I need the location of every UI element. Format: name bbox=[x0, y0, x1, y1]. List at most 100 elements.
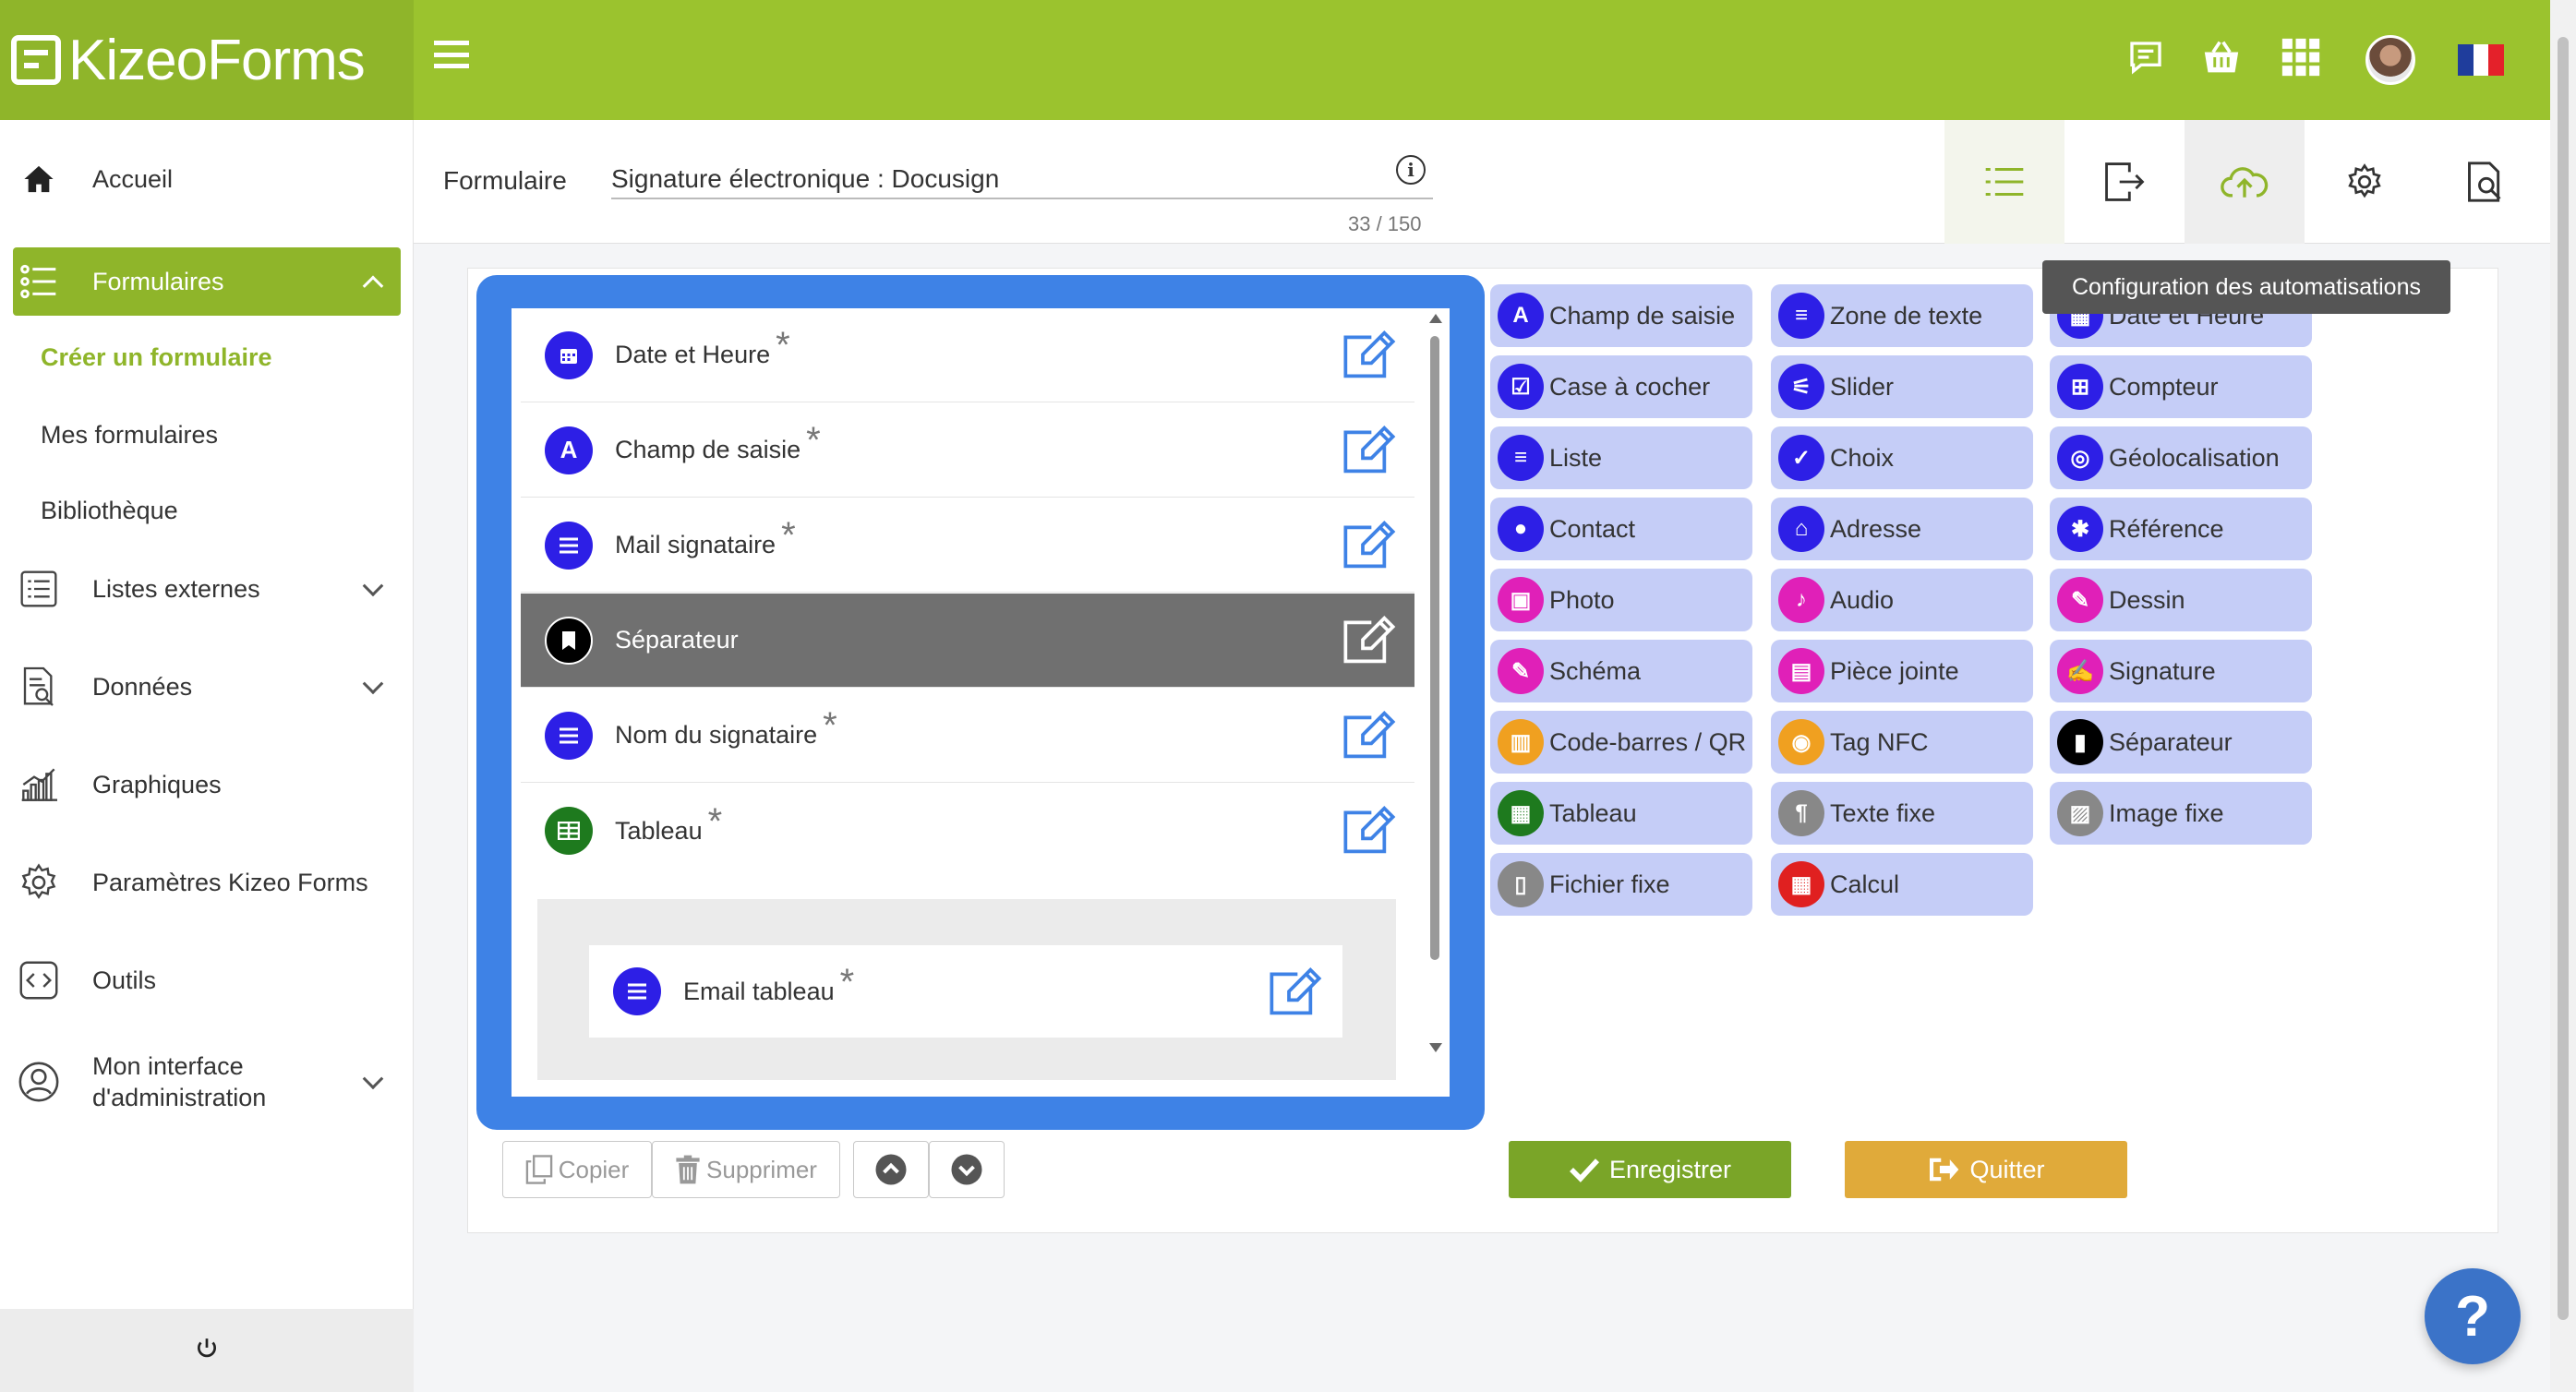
palette-item[interactable]: ▮ Séparateur bbox=[2050, 711, 2312, 774]
tab-preview[interactable] bbox=[2425, 120, 2545, 244]
field-row[interactable]: A Champ de saisie * bbox=[521, 403, 1414, 498]
table-subfields-area: Email tableau * bbox=[537, 899, 1396, 1080]
french-flag-icon[interactable] bbox=[2458, 44, 2505, 76]
field-row[interactable]: Date et Heure * bbox=[521, 308, 1414, 402]
sidebar-item-label: Paramètres Kizeo Forms bbox=[92, 868, 368, 896]
chat-icon[interactable] bbox=[2125, 37, 2166, 78]
editor-scrollbar[interactable] bbox=[1427, 314, 1442, 1060]
tab-automation[interactable] bbox=[2185, 120, 2305, 244]
chevron-up-icon[interactable] bbox=[362, 275, 384, 297]
move-down-button[interactable] bbox=[929, 1141, 1005, 1198]
power-icon[interactable] bbox=[195, 1337, 219, 1365]
move-up-button[interactable] bbox=[853, 1141, 929, 1198]
field-row-selected[interactable]: Séparateur bbox=[521, 594, 1414, 688]
palette-item[interactable]: ¶ Texte fixe bbox=[1771, 782, 2033, 845]
edit-icon[interactable] bbox=[1341, 519, 1398, 570]
chevron-down-icon[interactable] bbox=[362, 1068, 384, 1090]
palette-item[interactable]: ▥Code-barres / QR Code bbox=[1490, 711, 1752, 774]
sidebar-item-accueil[interactable]: Accueil bbox=[13, 153, 401, 205]
lines-icon bbox=[545, 521, 593, 570]
palette-item[interactable]: ▯ Fichier fixe bbox=[1490, 853, 1752, 916]
required-asterisk: * bbox=[823, 705, 837, 746]
sidebar-item-parametres[interactable]: Paramètres Kizeo Forms bbox=[13, 857, 401, 908]
lines-icon bbox=[613, 967, 661, 1015]
palette-item[interactable]: ◉ Tag NFC bbox=[1771, 711, 2033, 774]
edit-icon[interactable] bbox=[1341, 804, 1398, 856]
palette-item[interactable]: ✱ Référence bbox=[2050, 498, 2312, 560]
scroll-up-arrow-icon[interactable] bbox=[1429, 314, 1442, 323]
save-button[interactable]: Enregistrer bbox=[1509, 1141, 1791, 1198]
chevron-down-icon[interactable] bbox=[362, 575, 384, 597]
palette-item-label: Texte fixe bbox=[1830, 798, 1936, 827]
form-field-list: Date et Heure * A Champ de saisie * Mail… bbox=[512, 308, 1450, 1097]
info-icon[interactable]: i bbox=[1396, 155, 1426, 185]
sidebar-subitem-library[interactable]: Bibliothèque bbox=[41, 497, 178, 525]
logo[interactable]: KizeoForms bbox=[0, 0, 414, 120]
palette-item[interactable]: ✓ Choix bbox=[1771, 426, 2033, 489]
sidebar-item-outils[interactable]: Outils bbox=[13, 954, 401, 1006]
edit-icon[interactable] bbox=[1267, 966, 1324, 1017]
palette-item[interactable]: ✍ Signature bbox=[2050, 640, 2312, 702]
palette-item-icon: ◉ bbox=[1778, 719, 1824, 765]
edit-icon[interactable] bbox=[1341, 329, 1398, 380]
palette-item[interactable]: ▤ Pièce jointe bbox=[1771, 640, 2033, 702]
palette-item[interactable]: ≡ Zone de texte bbox=[1771, 284, 2033, 347]
apps-grid-icon[interactable] bbox=[2281, 37, 2321, 78]
editor-scrollbar-thumb[interactable] bbox=[1430, 336, 1439, 960]
palette-item[interactable]: ▣ Photo bbox=[1490, 569, 1752, 631]
help-button[interactable]: ? bbox=[2425, 1268, 2521, 1364]
palette-item[interactable]: ☑ Case à cocher bbox=[1490, 355, 1752, 418]
palette-item[interactable]: ♪ Audio bbox=[1771, 569, 2033, 631]
palette-item-icon: ▤ bbox=[1778, 648, 1824, 694]
quit-button[interactable]: Quitter bbox=[1845, 1141, 2127, 1198]
palette-item[interactable]: ▦ Calcul bbox=[1771, 853, 2033, 916]
home-icon bbox=[13, 159, 65, 199]
sidebar-item-graphiques[interactable]: Graphiques bbox=[13, 759, 401, 810]
subfield-row[interactable]: Email tableau * bbox=[589, 945, 1342, 1038]
palette-item[interactable]: ⚟ Slider bbox=[1771, 355, 2033, 418]
sidebar-subitem-my-forms[interactable]: Mes formulaires bbox=[41, 421, 218, 450]
tab-fields-list[interactable] bbox=[1944, 120, 2064, 244]
page-scrollbar[interactable] bbox=[2550, 0, 2576, 1392]
scroll-down-arrow-icon[interactable] bbox=[1429, 1043, 1442, 1052]
tab-export[interactable] bbox=[2064, 120, 2185, 244]
palette-item[interactable]: ✎ Dessin bbox=[2050, 569, 2312, 631]
sidebar-item-donnees[interactable]: Données bbox=[13, 661, 401, 713]
field-label: Tableau bbox=[615, 816, 703, 845]
palette-item[interactable]: ⌂ Adresse bbox=[1771, 498, 2033, 560]
basket-icon[interactable] bbox=[2201, 37, 2242, 78]
user-avatar[interactable] bbox=[2365, 35, 2415, 85]
palette-item[interactable]: ● Contact bbox=[1490, 498, 1752, 560]
copy-button[interactable]: Copier bbox=[502, 1141, 652, 1198]
sidebar-subitem-create-form[interactable]: Créer un formulaire bbox=[41, 343, 272, 372]
chevron-down-icon[interactable] bbox=[362, 673, 384, 695]
edit-icon[interactable] bbox=[1341, 424, 1398, 475]
sidebar-item-formulaires[interactable]: Formulaires bbox=[13, 247, 401, 316]
top-bar: KizeoForms bbox=[0, 0, 2550, 120]
palette-item-label: Choix bbox=[1830, 443, 1895, 472]
palette-item[interactable]: ▦ Tableau bbox=[1490, 782, 1752, 845]
page-scrollbar-thumb[interactable] bbox=[2558, 37, 2569, 1320]
hamburger-menu-icon[interactable] bbox=[434, 41, 469, 68]
sidebar-item-label: Listes externes bbox=[92, 574, 260, 603]
palette-item[interactable]: ◎ Géolocalisation bbox=[2050, 426, 2312, 489]
delete-button[interactable]: Supprimer bbox=[652, 1141, 840, 1198]
sidebar-item-admin[interactable]: Mon interface d'administration bbox=[13, 1043, 401, 1121]
sidebar-item-listes-externes[interactable]: Listes externes bbox=[13, 563, 401, 615]
edit-icon[interactable] bbox=[1341, 614, 1398, 666]
field-row[interactable]: Tableau * bbox=[521, 784, 1414, 878]
field-row[interactable]: Nom du signataire * bbox=[521, 689, 1414, 783]
palette-item[interactable]: A Champ de saisie bbox=[1490, 284, 1752, 347]
palette-item-icon: ● bbox=[1498, 506, 1544, 552]
edit-icon[interactable] bbox=[1341, 709, 1398, 761]
palette-item[interactable]: ⊞ Compteur bbox=[2050, 355, 2312, 418]
form-title-input[interactable] bbox=[611, 161, 1433, 199]
palette-item[interactable]: ≡ Liste bbox=[1490, 426, 1752, 489]
palette-item-label: Signature bbox=[2109, 656, 2216, 685]
char-count: 33 / 150 bbox=[1348, 212, 1422, 235]
palette-item[interactable]: ✎ Schéma bbox=[1490, 640, 1752, 702]
palette-item[interactable]: ▨ Image fixe bbox=[2050, 782, 2312, 845]
tab-settings[interactable] bbox=[2305, 120, 2425, 244]
field-row[interactable]: Mail signataire * bbox=[521, 498, 1414, 593]
field-label: Séparateur bbox=[615, 626, 739, 654]
